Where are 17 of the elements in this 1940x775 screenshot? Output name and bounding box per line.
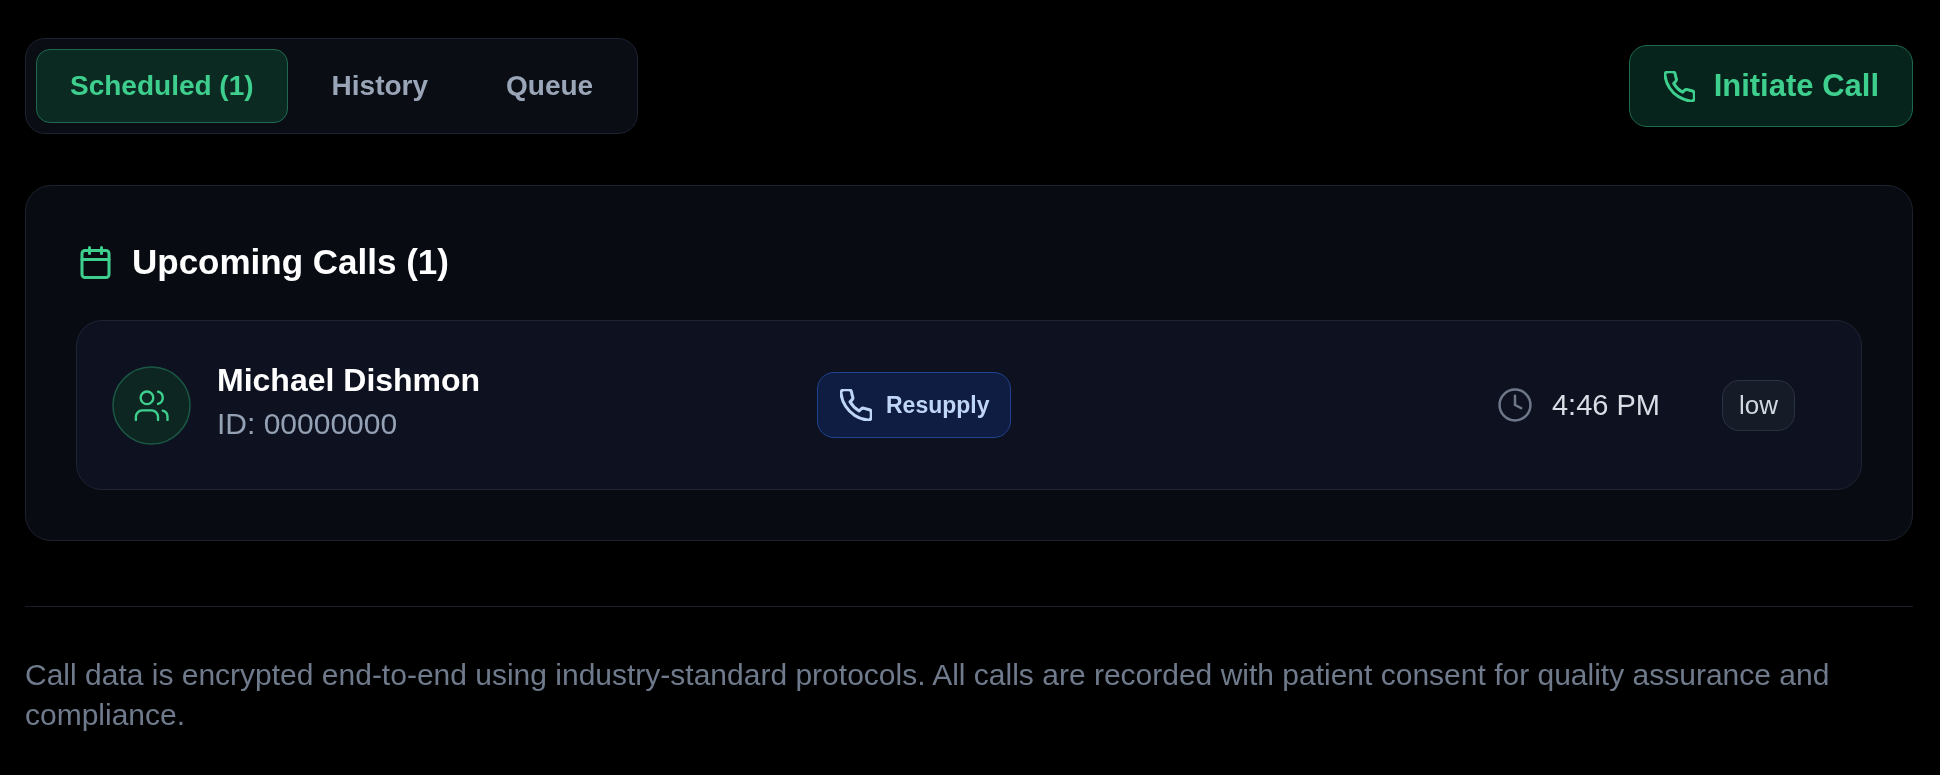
tab[interactable]: Scheduled (1) [36, 49, 288, 123]
tab[interactable]: Queue [472, 49, 628, 123]
users-icon [112, 365, 191, 445]
call-time: 4:46 PM [1552, 388, 1660, 422]
phone-icon [1663, 70, 1695, 102]
patient-name: Michael Dishmon [217, 361, 481, 399]
patient-id: ID: 00000000 [217, 406, 399, 441]
initiate-call-button[interactable]: Initiate Call [1628, 45, 1913, 127]
priority-badge: low [1722, 379, 1795, 431]
call-type-label: Resupply [886, 391, 990, 419]
calendar-icon [79, 245, 112, 279]
clock-icon [1498, 388, 1532, 422]
card-title: Upcoming Calls (1) [132, 242, 449, 282]
call-row[interactable]: Michael Dishmon ID: 00000000 Resupply 4:46 PM low [76, 320, 1862, 490]
phone-icon [840, 389, 872, 421]
footer-note: Call data is encrypted end-to-end using industry-standard protocols. All calls are recorded with patient consent for quality assurance and compliance. [25, 657, 1831, 733]
tab[interactable]: History [297, 49, 463, 123]
